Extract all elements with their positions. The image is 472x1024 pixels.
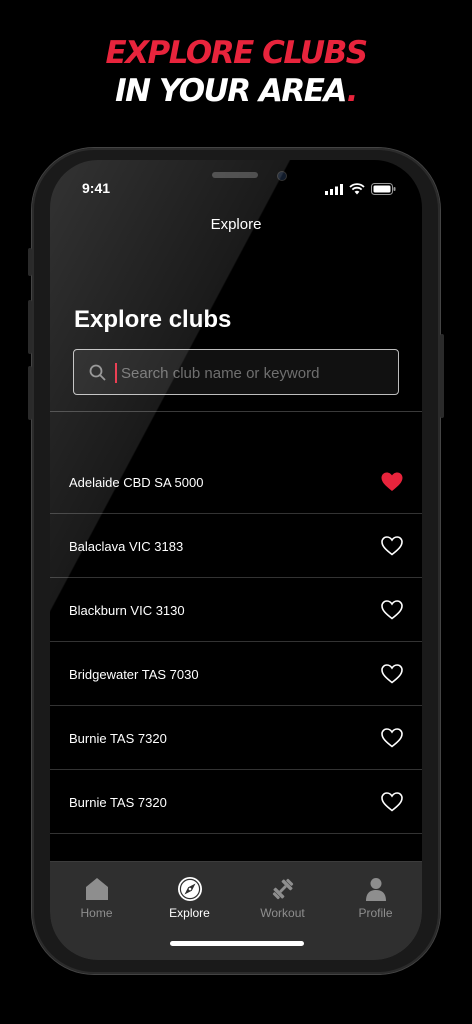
club-row[interactable]: Adelaide CBD SA 5000 xyxy=(50,450,422,514)
search-box[interactable] xyxy=(73,349,399,395)
club-row[interactable]: Blackburn VIC 3130 xyxy=(50,578,422,642)
phone-speaker xyxy=(212,172,258,178)
headline-line-1: EXPLORE CLUBS xyxy=(105,35,368,71)
club-row[interactable]: Balaclava VIC 3183 xyxy=(50,514,422,578)
club-name: Adelaide CBD SA 5000 xyxy=(69,475,204,490)
phone-side-button xyxy=(28,248,32,276)
club-name: Bridgewater TAS 7030 xyxy=(69,667,199,682)
promo-headline: EXPLORE CLUBS IN YOUR AREA. xyxy=(0,34,472,110)
headline-line-2-text: IN YOUR AREA xyxy=(115,73,348,109)
status-time: 9:41 xyxy=(82,180,111,196)
heart-outline-icon[interactable] xyxy=(380,598,404,622)
club-list: Adelaide CBD SA 5000 Balaclava VIC 3183 … xyxy=(50,450,422,834)
club-name: Burnie TAS 7320 xyxy=(69,731,167,746)
person-icon xyxy=(365,878,386,901)
club-name: Burnie TAS 7320 xyxy=(69,795,167,810)
club-row[interactable]: Bridgewater TAS 7030 xyxy=(50,642,422,706)
status-bar: 9:41 xyxy=(50,180,422,200)
tab-label: Workout xyxy=(260,906,305,920)
tab-label: Explore xyxy=(169,906,210,920)
headline-accent-dot: . xyxy=(346,73,359,109)
headline-line-2: IN YOUR AREA. xyxy=(0,72,472,110)
search-icon xyxy=(89,364,106,381)
heart-outline-icon[interactable] xyxy=(380,662,404,686)
phone-volume-up xyxy=(28,300,32,354)
phone-volume-down xyxy=(28,366,32,420)
home-icon xyxy=(85,878,108,900)
signal-icon xyxy=(325,183,343,195)
heart-outline-icon[interactable] xyxy=(380,726,404,750)
tab-profile[interactable]: Profile xyxy=(329,876,422,920)
tab-label: Profile xyxy=(358,906,393,920)
phone-screen: 9:41 Explore Explore clubs Search club n… xyxy=(50,160,422,960)
home-indicator xyxy=(170,941,304,946)
dumbbell-icon xyxy=(272,878,293,900)
battery-icon xyxy=(371,183,396,195)
compass-icon xyxy=(177,877,202,901)
tab-home[interactable]: Home xyxy=(50,876,143,920)
tab-workout[interactable]: Workout xyxy=(236,876,329,920)
tab-label: Home xyxy=(80,906,113,920)
heart-outline-icon[interactable] xyxy=(380,534,404,558)
club-row[interactable]: Burnie TAS 7320 xyxy=(50,770,422,834)
tab-explore[interactable]: Explore xyxy=(143,876,236,920)
text-cursor xyxy=(115,363,117,383)
wifi-icon xyxy=(349,183,365,195)
search-input[interactable] xyxy=(119,358,383,388)
heart-outline-icon[interactable] xyxy=(380,790,404,814)
club-name: Balaclava VIC 3183 xyxy=(69,539,184,554)
phone-power-button xyxy=(440,334,444,418)
page-title: Explore clubs xyxy=(74,306,232,333)
status-icons xyxy=(325,183,396,195)
divider xyxy=(50,411,422,412)
club-name: Blackburn VIC 3130 xyxy=(69,603,185,618)
nav-title: Explore xyxy=(210,216,262,233)
heart-filled-icon[interactable] xyxy=(380,470,404,494)
club-row[interactable]: Burnie TAS 7320 xyxy=(50,706,422,770)
